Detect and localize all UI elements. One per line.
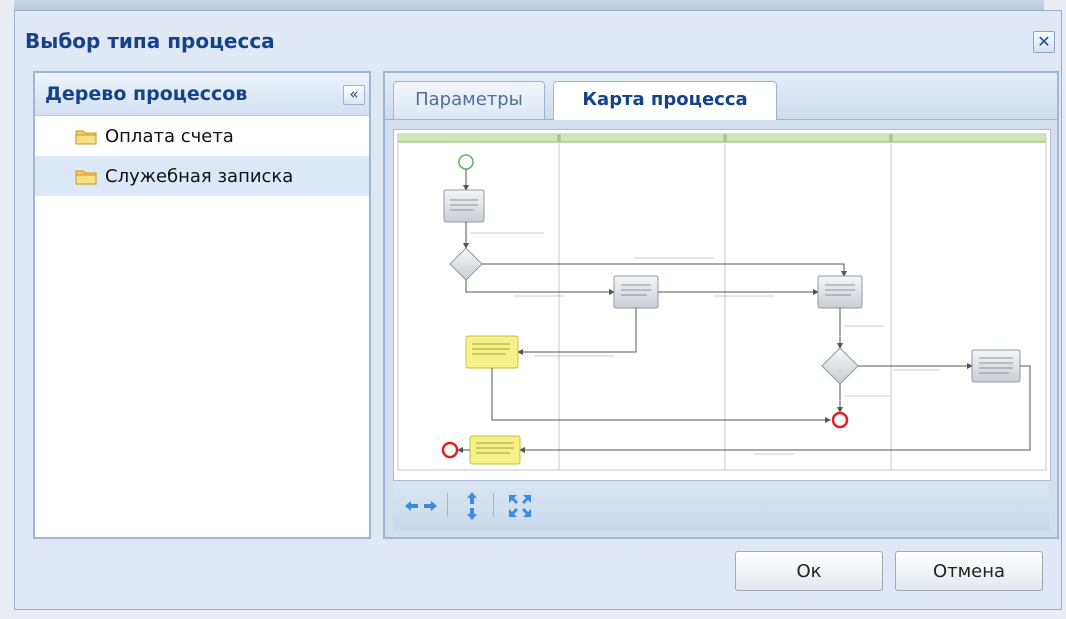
- task-box: [971, 349, 1021, 383]
- process-tree-panel: Дерево процессов « Оплата счета Служебна…: [33, 71, 371, 539]
- start-event: [458, 154, 474, 170]
- tab-strip: Параметры Карта процесса: [385, 73, 1057, 120]
- toolbar-separator: [447, 493, 448, 517]
- flow-arrow: [517, 308, 637, 355]
- process-tree-title: Дерево процессов: [45, 83, 248, 105]
- dialog-titlebar[interactable]: Выбор типа процесса ✕: [15, 11, 1061, 63]
- lane-header: [559, 133, 725, 143]
- folder-icon: [75, 130, 97, 145]
- arrows-up-down-icon: [467, 492, 477, 520]
- toolbar-separator: [493, 493, 494, 517]
- pan-horizontal-button[interactable]: [401, 491, 441, 521]
- dialog-window: Выбор типа процесса ✕ Дерево процессов «…: [14, 10, 1062, 610]
- arrows-left-right-icon: [405, 501, 437, 511]
- folder-icon: [75, 170, 97, 185]
- flow-arrow: [491, 368, 831, 423]
- close-icon: ✕: [1037, 32, 1051, 51]
- tree-item-memo[interactable]: Служебная записка: [35, 156, 369, 196]
- end-event: [441, 441, 459, 459]
- process-detail-panel: Параметры Карта процесса: [383, 71, 1059, 539]
- gateway: [821, 347, 859, 385]
- lane-header: [725, 133, 891, 143]
- highlight-task-box: [469, 435, 521, 465]
- tree-item-payment[interactable]: Оплата счета: [35, 116, 369, 156]
- gateway: [449, 247, 483, 281]
- tree-item-label: Оплата счета: [105, 125, 234, 147]
- flow-arrow: [465, 280, 615, 295]
- lane-header: [891, 133, 1047, 143]
- ok-button[interactable]: Ок: [735, 551, 883, 591]
- flow-arrow: [482, 263, 847, 277]
- cancel-button[interactable]: Отмена: [895, 551, 1043, 591]
- process-map-diagram[interactable]: [393, 129, 1051, 481]
- expand-icon: [509, 495, 531, 517]
- tree-item-label: Служебная записка: [105, 165, 294, 187]
- highlight-task-box: [465, 335, 519, 369]
- pan-vertical-button[interactable]: [457, 491, 487, 521]
- flow-arrow: [519, 365, 1031, 453]
- double-chevron-left-icon: «: [349, 85, 359, 103]
- process-tree-header: Дерево процессов «: [35, 73, 369, 116]
- dialog-title: Выбор типа процесса: [25, 29, 275, 53]
- end-event: [831, 411, 849, 429]
- tab-parameters[interactable]: Параметры: [393, 81, 545, 119]
- task-box: [817, 275, 863, 309]
- diagram-toolbar: [393, 481, 1049, 531]
- lane-header: [397, 133, 559, 143]
- tab-process-map[interactable]: Карта процесса: [553, 81, 777, 120]
- task-box: [613, 275, 659, 309]
- task-box: [443, 189, 485, 223]
- close-button[interactable]: ✕: [1033, 31, 1055, 53]
- bpmn-diagram: [397, 133, 1047, 471]
- collapse-panel-button[interactable]: «: [343, 85, 365, 105]
- fit-to-view-button[interactable]: [503, 491, 537, 521]
